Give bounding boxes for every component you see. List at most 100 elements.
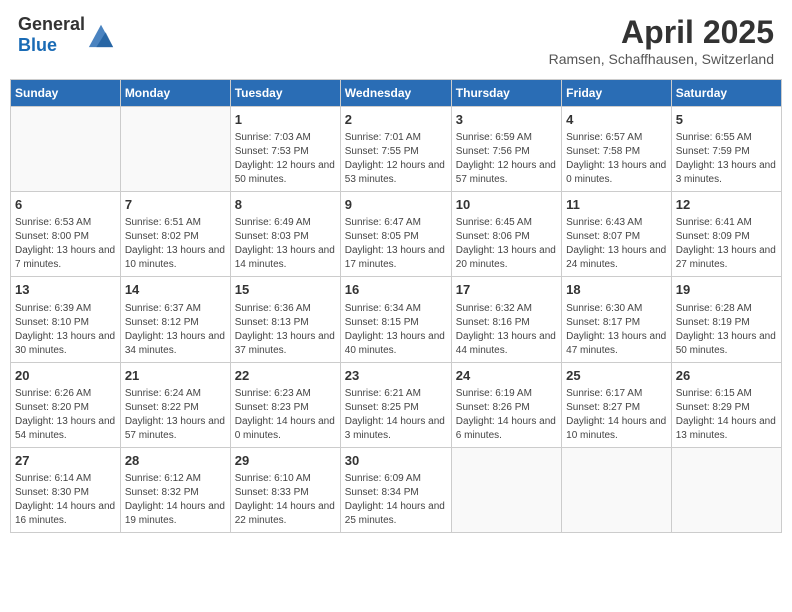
calendar-cell: 9 Sunrise: 6:47 AM Sunset: 8:05 PM Daylig… [340, 192, 451, 277]
calendar-cell [120, 107, 230, 192]
day-number: 10 [456, 196, 557, 214]
calendar-cell: 20 Sunrise: 6:26 AM Sunset: 8:20 PM Dayli… [11, 362, 121, 447]
day-info: Sunrise: 6:47 AM Sunset: 8:05 PM Dayligh… [345, 216, 447, 272]
day-info: Sunrise: 6:26 AM Sunset: 8:20 PM Dayligh… [15, 387, 116, 443]
day-number: 18 [566, 281, 667, 299]
day-info: Sunrise: 6:19 AM Sunset: 8:26 PM Dayligh… [456, 387, 557, 443]
day-number: 23 [345, 367, 447, 385]
day-info: Sunrise: 6:41 AM Sunset: 8:09 PM Dayligh… [676, 216, 777, 272]
day-info: Sunrise: 6:24 AM Sunset: 8:22 PM Dayligh… [125, 387, 226, 443]
calendar-cell: 16Sunrise: 6:34 AM Sunset: 8:15 PM Dayli… [340, 277, 451, 362]
day-number: 6 [15, 196, 116, 214]
day-info: Sunrise: 6:55 AM Sunset: 7:59 PM Dayligh… [676, 131, 777, 187]
day-number: 16 [345, 281, 447, 299]
day-info: Sunrise: 6:09 AM Sunset: 8:34 PM Dayligh… [345, 472, 447, 528]
day-info: Sunrise: 7:03 AM Sunset: 7:53 PM Dayligh… [235, 131, 336, 187]
calendar-cell: 7Sunrise: 6:51 AM Sunset: 8:02 PM Daylig… [120, 192, 230, 277]
calendar-cell: 30 Sunrise: 6:09 AM Sunset: 8:34 PM Dayli… [340, 447, 451, 532]
calendar-cell: 19Sunrise: 6:28 AM Sunset: 8:19 PM Dayli… [671, 277, 781, 362]
day-number: 28 [125, 452, 226, 470]
calendar-cell: 27 Sunrise: 6:14 AM Sunset: 8:30 PM Dayli… [11, 447, 121, 532]
calendar-cell: 3 Sunrise: 6:59 AM Sunset: 7:56 PM Daylig… [451, 107, 561, 192]
calendar-cell: 4 Sunrise: 6:57 AM Sunset: 7:58 PM Daylig… [562, 107, 672, 192]
calendar-cell [671, 447, 781, 532]
day-number: 30 [345, 452, 447, 470]
header-cell-friday: Friday [562, 80, 672, 107]
day-number: 5 [676, 111, 777, 129]
day-number: 4 [566, 111, 667, 129]
logo-general: General [18, 14, 85, 34]
day-info: Sunrise: 6:49 AM Sunset: 8:03 PM Dayligh… [235, 216, 336, 272]
day-number: 27 [15, 452, 116, 470]
logo-text: General Blue [18, 14, 85, 56]
day-info: Sunrise: 6:14 AM Sunset: 8:30 PM Dayligh… [15, 472, 116, 528]
calendar-cell: 18 Sunrise: 6:30 AM Sunset: 8:17 PM Dayli… [562, 277, 672, 362]
day-number: 14 [125, 281, 226, 299]
calendar-cell: 28 Sunrise: 6:12 AM Sunset: 8:32 PM Dayli… [120, 447, 230, 532]
calendar-week-2: 13 Sunrise: 6:39 AM Sunset: 8:10 PM Dayli… [11, 277, 782, 362]
day-number: 17 [456, 281, 557, 299]
day-number: 13 [15, 281, 116, 299]
day-number: 2 [345, 111, 447, 129]
calendar-week-0: 1 Sunrise: 7:03 AM Sunset: 7:53 PM Daylig… [11, 107, 782, 192]
day-info: Sunrise: 6:32 AM Sunset: 8:16 PM Dayligh… [456, 302, 557, 358]
header-row: SundayMondayTuesdayWednesdayThursdayFrid… [11, 80, 782, 107]
calendar-cell: 12 Sunrise: 6:41 AM Sunset: 8:09 PM Dayli… [671, 192, 781, 277]
day-number: 24 [456, 367, 557, 385]
calendar-cell: 22Sunrise: 6:23 AM Sunset: 8:23 PM Dayli… [230, 362, 340, 447]
calendar-cell [562, 447, 672, 532]
calendar-cell: 24 Sunrise: 6:19 AM Sunset: 8:26 PM Dayli… [451, 362, 561, 447]
calendar-week-1: 6Sunrise: 6:53 AM Sunset: 8:00 PM Daylig… [11, 192, 782, 277]
calendar-cell: 13 Sunrise: 6:39 AM Sunset: 8:10 PM Dayli… [11, 277, 121, 362]
day-info: Sunrise: 7:01 AM Sunset: 7:55 PM Dayligh… [345, 131, 447, 187]
logo-blue: Blue [18, 35, 57, 55]
day-number: 8 [235, 196, 336, 214]
calendar-cell: 26 Sunrise: 6:15 AM Sunset: 8:29 PM Dayli… [671, 362, 781, 447]
day-info: Sunrise: 6:45 AM Sunset: 8:06 PM Dayligh… [456, 216, 557, 272]
day-number: 9 [345, 196, 447, 214]
day-number: 12 [676, 196, 777, 214]
calendar-cell: 5 Sunrise: 6:55 AM Sunset: 7:59 PM Daylig… [671, 107, 781, 192]
day-info: Sunrise: 6:36 AM Sunset: 8:13 PM Dayligh… [235, 302, 336, 358]
calendar-cell: 15 Sunrise: 6:36 AM Sunset: 8:13 PM Dayli… [230, 277, 340, 362]
day-info: Sunrise: 6:59 AM Sunset: 7:56 PM Dayligh… [456, 131, 557, 187]
day-number: 19 [676, 281, 777, 299]
day-info: Sunrise: 6:39 AM Sunset: 8:10 PM Dayligh… [15, 302, 116, 358]
calendar-cell: 29Sunrise: 6:10 AM Sunset: 8:33 PM Dayli… [230, 447, 340, 532]
calendar-cell: 1 Sunrise: 7:03 AM Sunset: 7:53 PM Daylig… [230, 107, 340, 192]
calendar-cell: 10 Sunrise: 6:45 AM Sunset: 8:06 PM Dayli… [451, 192, 561, 277]
day-info: Sunrise: 6:37 AM Sunset: 8:12 PM Dayligh… [125, 302, 226, 358]
day-number: 26 [676, 367, 777, 385]
day-info: Sunrise: 6:15 AM Sunset: 8:29 PM Dayligh… [676, 387, 777, 443]
header-cell-saturday: Saturday [671, 80, 781, 107]
logo-icon [87, 21, 115, 49]
logo: General Blue [18, 14, 115, 56]
calendar-cell [11, 107, 121, 192]
day-number: 25 [566, 367, 667, 385]
day-info: Sunrise: 6:51 AM Sunset: 8:02 PM Dayligh… [125, 216, 226, 272]
day-info: Sunrise: 6:12 AM Sunset: 8:32 PM Dayligh… [125, 472, 226, 528]
day-number: 20 [15, 367, 116, 385]
calendar-cell: 14 Sunrise: 6:37 AM Sunset: 8:12 PM Dayli… [120, 277, 230, 362]
day-info: Sunrise: 6:21 AM Sunset: 8:25 PM Dayligh… [345, 387, 447, 443]
calendar-week-3: 20 Sunrise: 6:26 AM Sunset: 8:20 PM Dayli… [11, 362, 782, 447]
location-title: Ramsen, Schaffhausen, Switzerland [549, 51, 774, 67]
header-cell-tuesday: Tuesday [230, 80, 340, 107]
title-block: April 2025 Ramsen, Schaffhausen, Switzer… [549, 14, 774, 67]
day-number: 15 [235, 281, 336, 299]
calendar-cell: 2 Sunrise: 7:01 AM Sunset: 7:55 PM Daylig… [340, 107, 451, 192]
day-info: Sunrise: 6:57 AM Sunset: 7:58 PM Dayligh… [566, 131, 667, 187]
calendar-cell: 21Sunrise: 6:24 AM Sunset: 8:22 PM Dayli… [120, 362, 230, 447]
day-number: 11 [566, 196, 667, 214]
calendar-cell: 11Sunrise: 6:43 AM Sunset: 8:07 PM Dayli… [562, 192, 672, 277]
day-info: Sunrise: 6:30 AM Sunset: 8:17 PM Dayligh… [566, 302, 667, 358]
day-number: 1 [235, 111, 336, 129]
calendar-cell: 8 Sunrise: 6:49 AM Sunset: 8:03 PM Daylig… [230, 192, 340, 277]
day-info: Sunrise: 6:23 AM Sunset: 8:23 PM Dayligh… [235, 387, 336, 443]
day-info: Sunrise: 6:10 AM Sunset: 8:33 PM Dayligh… [235, 472, 336, 528]
day-number: 3 [456, 111, 557, 129]
calendar-header: SundayMondayTuesdayWednesdayThursdayFrid… [11, 80, 782, 107]
header-cell-monday: Monday [120, 80, 230, 107]
day-info: Sunrise: 6:17 AM Sunset: 8:27 PM Dayligh… [566, 387, 667, 443]
header-cell-sunday: Sunday [11, 80, 121, 107]
